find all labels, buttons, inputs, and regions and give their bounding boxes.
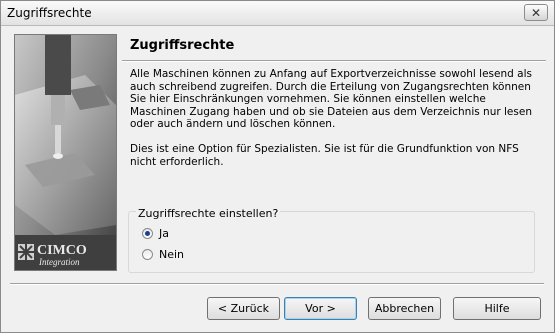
page-title: Zugriffsrechte — [130, 38, 235, 53]
title-bar: Zugriffsrechte ✕ — [1, 1, 554, 26]
radio-no[interactable]: Nein — [142, 248, 342, 262]
specialist-note: Dies ist eine Option für Spezialisten. S… — [130, 143, 519, 168]
cnc-illustration: CIMCO Integration — [15, 35, 116, 270]
access-rights-group — [128, 211, 535, 273]
window-title: Zugriffsrechte — [7, 6, 92, 20]
back-button[interactable]: < Zurück — [207, 297, 280, 320]
radio-selected-icon — [142, 228, 153, 239]
description-text: Alle Maschinen können zu Anfang auf Expo… — [130, 68, 532, 130]
svg-text:Integration: Integration — [38, 257, 80, 267]
next-button[interactable]: Vor > — [284, 297, 357, 320]
radio-yes[interactable]: Ja — [142, 227, 342, 241]
radio-unselected-icon — [142, 249, 153, 260]
close-icon: ✕ — [531, 6, 542, 20]
radio-yes-label: Ja — [159, 227, 169, 240]
access-rights-group-label: Zugriffsrechte einstellen? — [136, 207, 281, 220]
close-button[interactable]: ✕ — [524, 4, 548, 21]
svg-text:CIMCO: CIMCO — [37, 243, 87, 258]
footer-divider — [10, 283, 544, 285]
cancel-button[interactable]: Abbrechen — [368, 297, 441, 320]
wizard-window: Zugriffsrechte ✕ CIMCO Integration Zugri… — [0, 0, 555, 333]
header-divider — [122, 60, 546, 62]
help-button[interactable]: Hilfe — [453, 297, 541, 320]
page-content: Zugriffsrechte Alle Maschinen können zu … — [118, 26, 546, 276]
cnc-mill-image: CIMCO Integration — [14, 34, 117, 271]
radio-no-label: Nein — [159, 248, 185, 261]
